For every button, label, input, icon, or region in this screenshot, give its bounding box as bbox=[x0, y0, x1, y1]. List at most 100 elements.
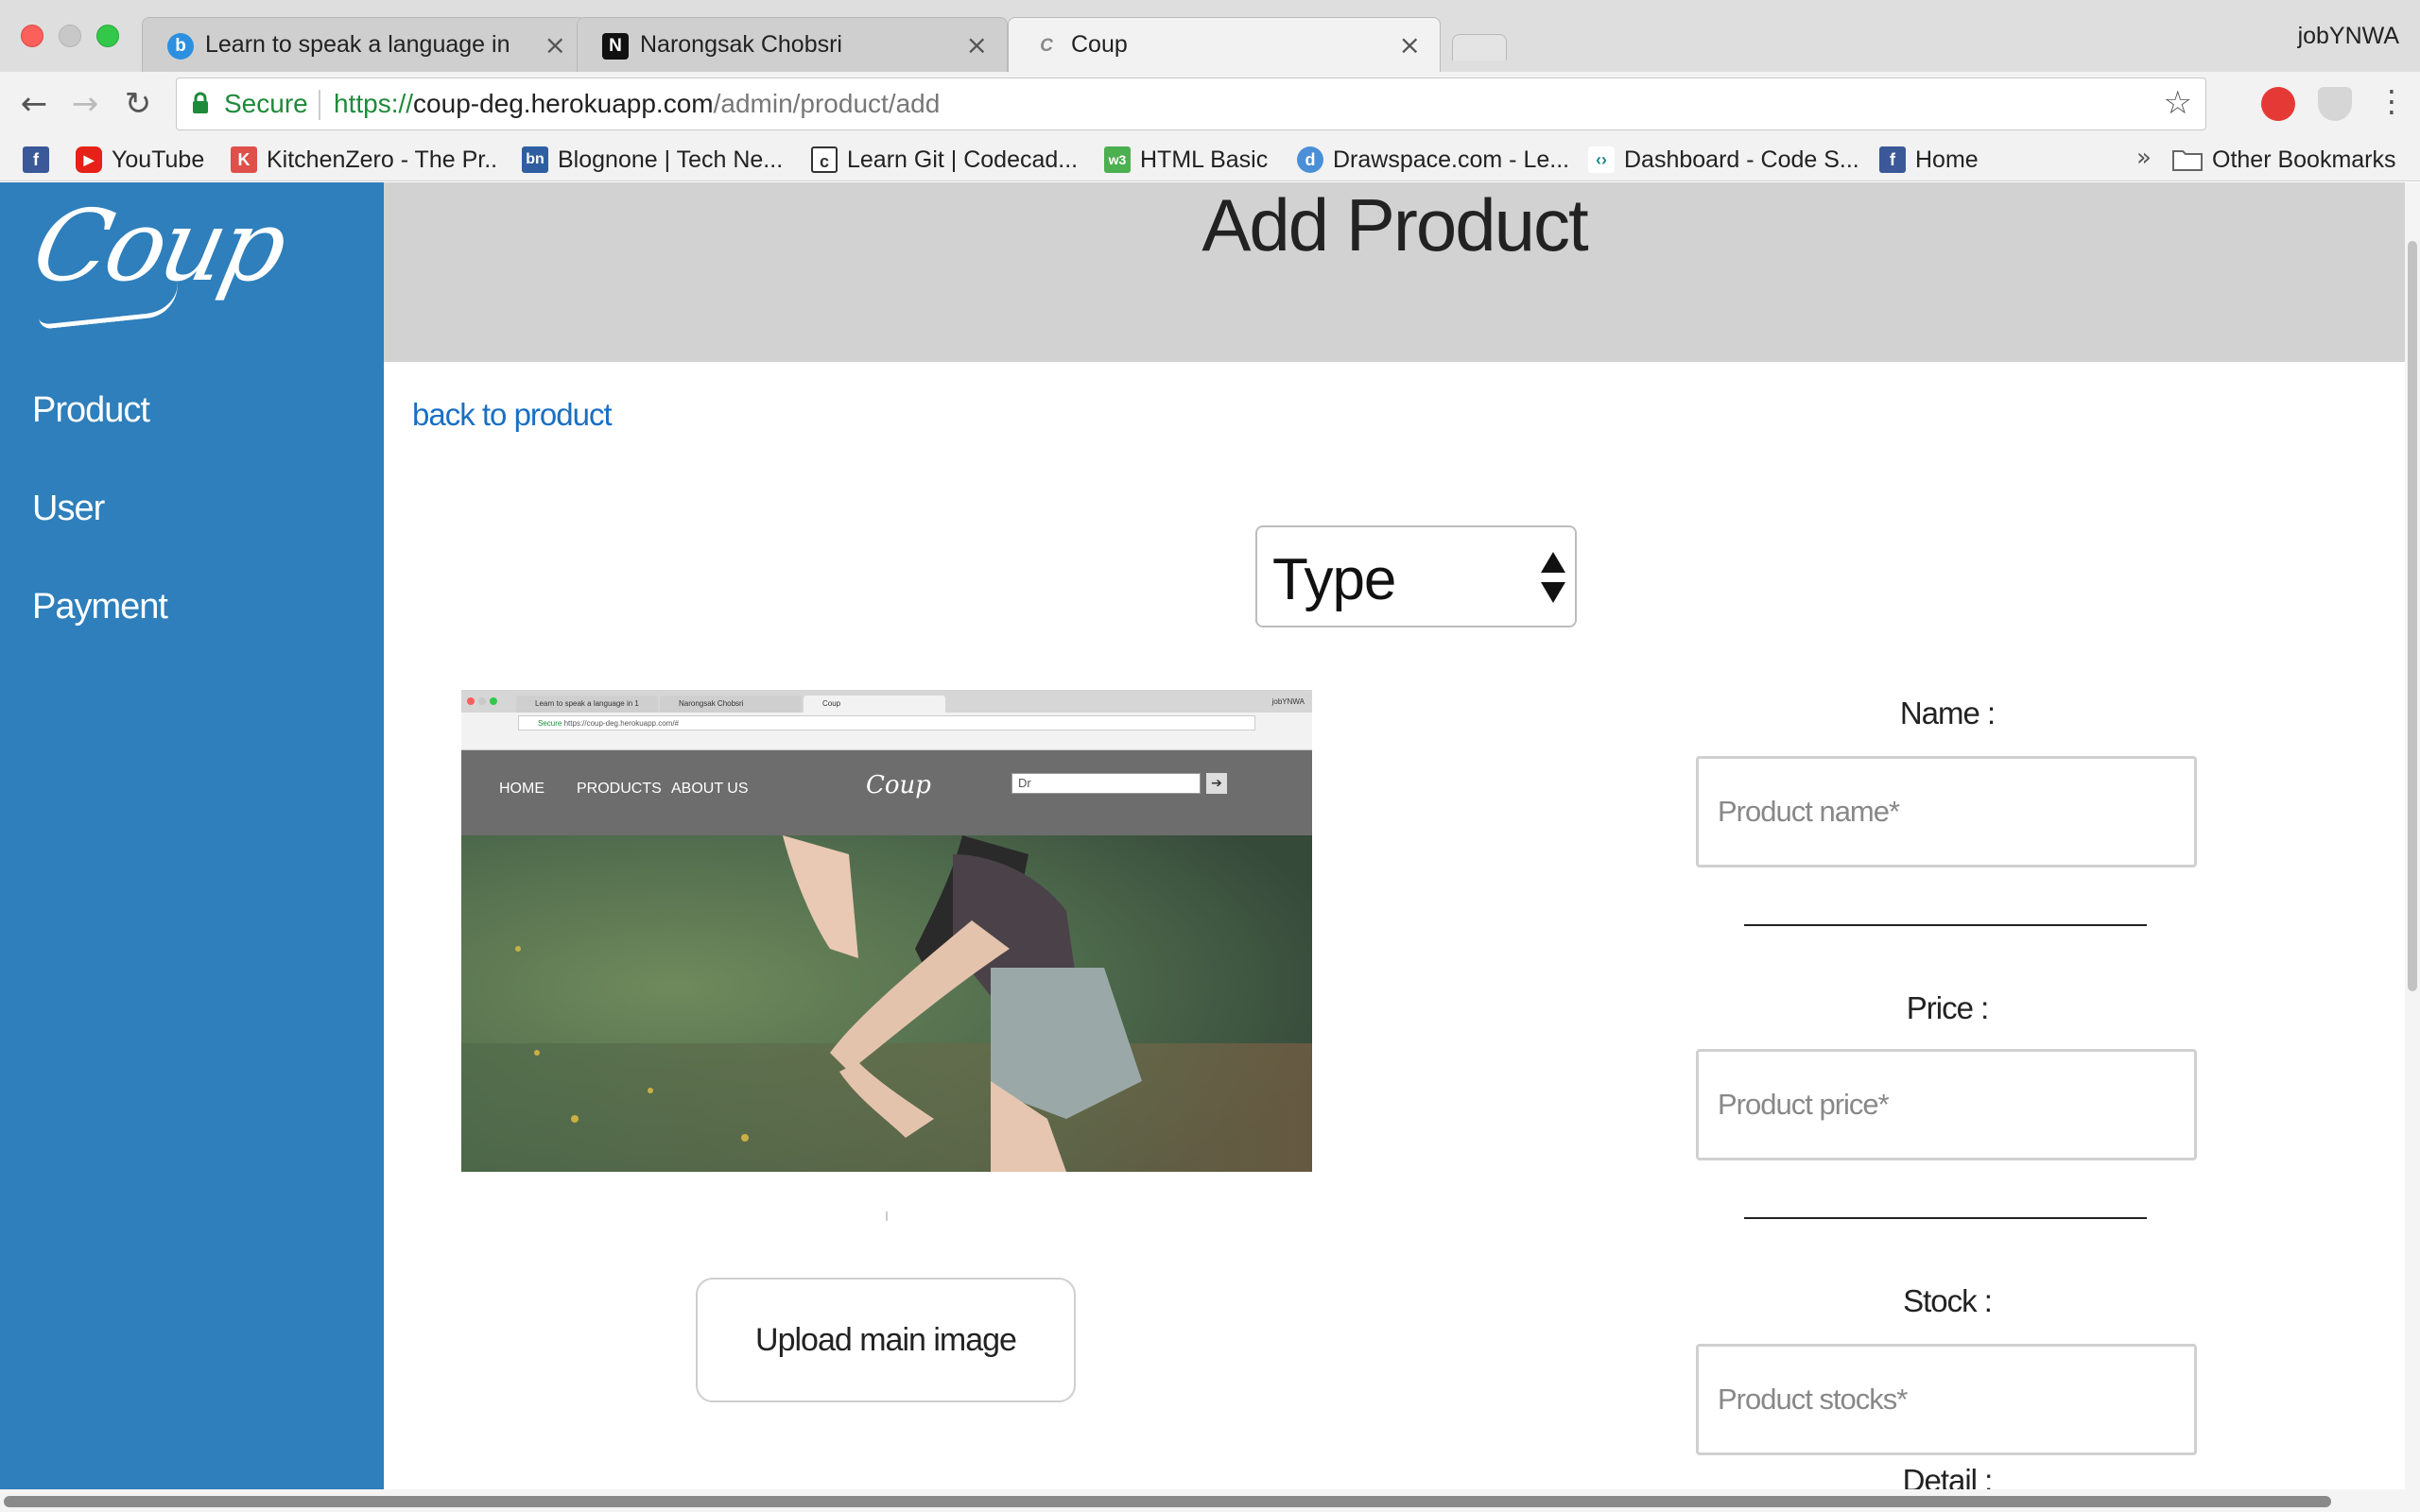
bookmark-label: HTML Basic bbox=[1140, 146, 1269, 173]
vertical-scroll-thumb[interactable] bbox=[2408, 241, 2417, 991]
preview-site-nav: HOME PRODUCTS ABOUT US Coup Dr ➔ bbox=[461, 750, 1312, 835]
facebook-icon: f bbox=[23, 146, 49, 173]
vertical-scrollbar[interactable] bbox=[2405, 182, 2420, 1512]
browser-tab-active[interactable]: C Coup × bbox=[1008, 17, 1441, 74]
preview-logo: Coup bbox=[866, 771, 931, 799]
tab-favicon-icon: b bbox=[167, 33, 194, 60]
tab-favicon-icon: C bbox=[1040, 36, 1053, 56]
product-name-placeholder: Product name* bbox=[1718, 795, 1900, 828]
preview-secure: Secure bbox=[538, 719, 562, 728]
folder-icon bbox=[2172, 150, 2203, 171]
back-to-product-link[interactable]: back to product bbox=[412, 397, 613, 433]
main-image-preview: Learn to speak a language in 1 Narongsak… bbox=[461, 690, 1312, 1172]
shield-extension-icon[interactable] bbox=[2318, 87, 2352, 121]
browser-toolbar: ← → ↻ Secure https://coup-deg.herokuapp.… bbox=[0, 72, 2420, 138]
minimize-window-button[interactable] bbox=[59, 25, 81, 47]
preview-search-arrow-icon: ➔ bbox=[1206, 773, 1227, 794]
code-icon: ‹› bbox=[1588, 146, 1615, 173]
preview-browser-chrome: Learn to speak a language in 1 Narongsak… bbox=[461, 690, 1312, 750]
other-bookmarks[interactable]: Other Bookmarks bbox=[2172, 144, 2396, 176]
close-window-button[interactable] bbox=[21, 25, 43, 47]
bookmark-star-icon[interactable]: ☆ bbox=[2164, 84, 2192, 122]
browser-tab[interactable]: N Narongsak Chobsri × bbox=[577, 17, 1008, 72]
tab-title: Learn to speak a language in 10 bbox=[205, 31, 517, 58]
url-path: /admin/product/add bbox=[713, 89, 941, 118]
product-stock-input[interactable]: Product stocks* bbox=[1696, 1344, 2197, 1455]
page-title: Add Product bbox=[1201, 183, 1588, 266]
adblock-extension-icon[interactable] bbox=[2261, 87, 2295, 121]
product-stock-placeholder: Product stocks* bbox=[1718, 1383, 1908, 1416]
profile-name[interactable]: jobYNWA bbox=[2298, 23, 2399, 50]
page-header: Add Product bbox=[384, 182, 2405, 362]
browser-menu-icon[interactable]: ⋮ bbox=[2377, 83, 2407, 119]
omnibox-divider bbox=[319, 90, 320, 120]
codecademy-icon: c bbox=[811, 146, 838, 173]
tab-title: Narongsak Chobsri bbox=[640, 31, 842, 58]
other-bookmarks-label: Other Bookmarks bbox=[2212, 146, 2396, 173]
url-host: coup-deg.herokuapp.com bbox=[413, 89, 714, 118]
tab-close-icon[interactable]: × bbox=[966, 29, 988, 60]
facebook-icon: f bbox=[1879, 146, 1906, 173]
bookmark-label: KitchenZero - The Pr.. bbox=[267, 146, 498, 173]
upload-main-image-button[interactable]: Upload main image bbox=[696, 1278, 1076, 1402]
youtube-icon: ▶ bbox=[76, 146, 102, 173]
bookmark-label: Blognone | Tech Ne... bbox=[558, 146, 784, 173]
url-scheme: https:// bbox=[334, 89, 414, 118]
preview-nav-products: PRODUCTS bbox=[577, 781, 662, 797]
preview-url: https://coup-deg.herokuapp.com/# bbox=[563, 719, 680, 728]
forward-arrow-icon[interactable]: → bbox=[66, 85, 104, 123]
product-price-placeholder: Product price* bbox=[1718, 1088, 1890, 1121]
type-select-value: Type bbox=[1272, 547, 1396, 612]
bookmark-item[interactable]: f bbox=[23, 144, 59, 176]
type-select[interactable]: Type bbox=[1255, 525, 1577, 627]
bookmark-label: Drawspace.com - Le... bbox=[1333, 146, 1570, 173]
maximize-window-button[interactable] bbox=[96, 25, 119, 47]
preview-search-field: Dr bbox=[1011, 773, 1201, 794]
select-arrows-icon bbox=[1541, 552, 1565, 603]
preview-caption-mark bbox=[886, 1211, 888, 1221]
bookmark-label: YouTube bbox=[112, 146, 205, 173]
tab-close-icon[interactable]: × bbox=[544, 29, 566, 60]
drawspace-icon: d bbox=[1297, 146, 1323, 173]
more-bookmarks-icon[interactable]: » bbox=[2136, 144, 2152, 172]
new-tab-button[interactable] bbox=[1452, 34, 1507, 60]
preview-nav-about: ABOUT US bbox=[671, 781, 749, 797]
sidebar-item-payment[interactable]: Payment bbox=[32, 587, 168, 627]
preview-nav-home: HOME bbox=[499, 781, 544, 797]
sidebar-item-user[interactable]: User bbox=[32, 489, 105, 529]
preview-photo bbox=[461, 835, 1312, 1172]
bookmark-item[interactable]: K KitchenZero - The Pr.. bbox=[231, 144, 497, 176]
bookmark-item[interactable]: d Drawspace.com - Le... bbox=[1297, 144, 1569, 176]
bookmark-item[interactable]: f Home bbox=[1879, 144, 1979, 176]
bookmarks-bar: f ▶ YouTube K KitchenZero - The Pr.. bn … bbox=[0, 138, 2420, 181]
preview-address-bar: Secure https://coup-deg.herokuapp.com/# bbox=[518, 715, 1255, 730]
field-divider bbox=[1744, 924, 2147, 926]
bookmark-item[interactable]: ▶ YouTube bbox=[76, 144, 204, 176]
bookmark-item[interactable]: w3 HTML Basic bbox=[1104, 144, 1268, 176]
secure-label: Secure bbox=[224, 89, 308, 118]
reload-icon[interactable]: ↻ bbox=[119, 85, 157, 123]
horizontal-scrollbar[interactable] bbox=[0, 1489, 2405, 1512]
browser-tab[interactable]: b Learn to speak a language in 10 × bbox=[142, 17, 586, 72]
bookmark-label: Home bbox=[1915, 146, 1979, 173]
bookmark-label: Learn Git | Codecad... bbox=[847, 146, 1079, 173]
back-arrow-icon[interactable]: ← bbox=[15, 85, 53, 123]
preview-tab: Learn to speak a language in 1 bbox=[516, 696, 658, 713]
kitchenzero-icon: K bbox=[231, 146, 257, 173]
bookmark-item[interactable]: c Learn Git | Codecad... bbox=[811, 144, 1078, 176]
tab-close-icon[interactable]: × bbox=[1399, 29, 1421, 60]
admin-sidebar: Coup Product User Payment bbox=[0, 182, 384, 1512]
field-divider bbox=[1744, 1217, 2147, 1219]
lock-icon bbox=[193, 92, 208, 113]
price-label: Price : bbox=[1906, 990, 1990, 1025]
product-price-input[interactable]: Product price* bbox=[1696, 1049, 2197, 1160]
sidebar-item-product[interactable]: Product bbox=[32, 390, 150, 431]
product-name-input[interactable]: Product name* bbox=[1696, 756, 2197, 868]
bookmark-item[interactable]: ‹› Dashboard - Code S... bbox=[1588, 144, 1859, 176]
preview-tab: Coup bbox=[804, 696, 945, 713]
address-bar[interactable]: Secure https://coup-deg.herokuapp.com/ad… bbox=[176, 77, 2206, 130]
horizontal-scroll-thumb[interactable] bbox=[4, 1496, 2331, 1507]
browser-titlebar: b Learn to speak a language in 10 × N Na… bbox=[0, 0, 2420, 74]
bookmark-item[interactable]: bn Blognone | Tech Ne... bbox=[522, 144, 783, 176]
tab-favicon-icon: N bbox=[602, 33, 629, 60]
